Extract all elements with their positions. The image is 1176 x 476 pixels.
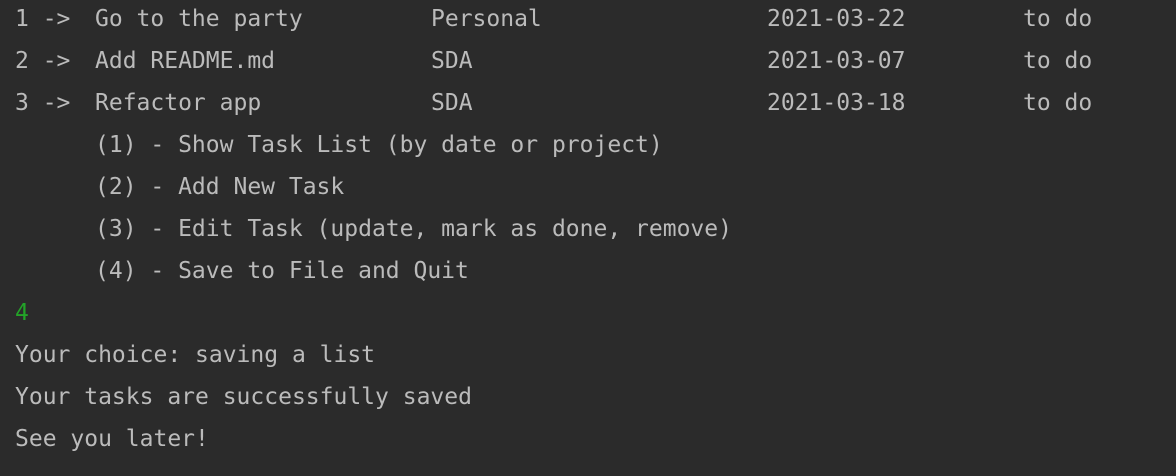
- task-title: Add README.md: [95, 48, 276, 74]
- task-project: SDA: [431, 48, 473, 74]
- terminal-output[interactable]: 1 -> Go to the party Personal 2021-03-22…: [0, 0, 1176, 476]
- task-row: 2 -> Add README.md SDA 2021-03-07 to do: [15, 47, 1092, 75]
- task-title: Go to the party: [95, 6, 303, 32]
- task-status: to do: [1023, 6, 1093, 32]
- menu-option-show-list: (1) - Show Task List (by date or project…: [95, 132, 663, 158]
- task-number: 1 ->: [15, 6, 71, 32]
- task-number: 3 ->: [15, 90, 71, 116]
- goodbye-message: See you later!: [15, 426, 209, 452]
- task-number: 2 ->: [15, 48, 71, 74]
- task-row: 3 -> Refactor app SDA 2021-03-18 to do: [15, 89, 1092, 117]
- menu-option-edit-task: (3) - Edit Task (update, mark as done, r…: [95, 216, 732, 242]
- choice-message: Your choice: saving a list: [15, 342, 376, 368]
- user-input: 4: [15, 300, 29, 326]
- task-row: 1 -> Go to the party Personal 2021-03-22…: [15, 5, 1092, 33]
- task-status: to do: [1023, 90, 1093, 116]
- menu-option-save-quit: (4) - Save to File and Quit: [95, 258, 469, 284]
- saved-message: Your tasks are successfully saved: [15, 384, 472, 410]
- task-date: 2021-03-22: [767, 6, 906, 32]
- task-project: Personal: [431, 6, 542, 32]
- task-date: 2021-03-18: [767, 90, 906, 116]
- task-status: to do: [1023, 48, 1093, 74]
- task-date: 2021-03-07: [767, 48, 906, 74]
- task-title: Refactor app: [95, 90, 262, 116]
- menu-option-add-task: (2) - Add New Task: [95, 174, 345, 200]
- task-project: SDA: [431, 90, 473, 116]
